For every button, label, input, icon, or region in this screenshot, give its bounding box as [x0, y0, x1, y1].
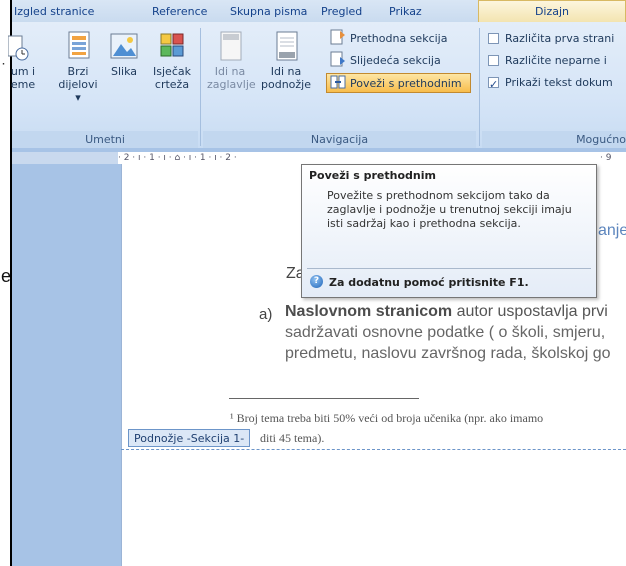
- go-to-footer-icon: [276, 31, 298, 61]
- strip-mark: ˙: [0, 62, 7, 78]
- previous-section-label: Prethodna sekcija: [350, 32, 448, 45]
- picture-icon: [110, 33, 138, 59]
- group-label-umetni: Umetni: [12, 131, 198, 148]
- go-to-footer-button[interactable]: Idi na podnožje: [261, 30, 311, 91]
- list-item-line-2: sadržavati osnovne podatke ( o školi, sm…: [285, 324, 606, 341]
- different-odd-even-checkbox[interactable]: Različite neparne i: [488, 51, 607, 71]
- clip-art-label-2: crteža: [154, 78, 190, 91]
- group-separator: [200, 28, 201, 146]
- checkbox-box[interactable]: [488, 55, 499, 66]
- group-navigacija: Idi na zaglavlje Idi na podnožje Prethod…: [203, 26, 476, 148]
- date-time-label-2: eme: [10, 78, 36, 91]
- different-first-page-label: Različita prva strani: [505, 32, 615, 45]
- group-separator: [479, 28, 480, 146]
- list-item-line-1: Naslovnom stranicom autor uspostavlja pr…: [285, 303, 608, 321]
- date-time-icon: [7, 35, 29, 61]
- different-odd-even-label: Različite neparne i: [505, 54, 607, 67]
- next-section-icon: [330, 51, 345, 67]
- list-item-rest: autor uspostavlja prvi: [452, 303, 608, 320]
- footnote-line-1: ¹ Broj tema treba biti 50% veći od broja…: [230, 411, 544, 425]
- tab-izgled-stranice[interactable]: Izgled stranice: [14, 4, 94, 22]
- tooltip: Poveži s prethodnim Povežite s prethodno…: [301, 164, 597, 298]
- ruler-margin: [12, 152, 118, 164]
- horizontal-ruler[interactable]: · 2 · ı · 1 · ı · ⌂ · ı · 1 · ı · 2 ·: [118, 152, 626, 164]
- list-item-bold: Naslovnom stranicom: [285, 303, 453, 320]
- ruler-right-ticks: · 9: [600, 153, 612, 163]
- date-time-button[interactable]: um i eme: [7, 30, 38, 91]
- tab-skupna-pisma[interactable]: Skupna pisma: [230, 4, 307, 22]
- go-to-footer-label-2: podnožje: [261, 78, 311, 91]
- clip-art-button[interactable]: Isječak crteža: [148, 30, 196, 91]
- footer-section-label: Podnožje -Sekcija 1-: [128, 429, 251, 447]
- show-document-text-checkbox[interactable]: Prikaži tekst dokum: [488, 73, 613, 95]
- tab-prikaz[interactable]: Prikaz: [389, 4, 422, 22]
- next-section-button[interactable]: Slijedeća sekcija: [327, 51, 444, 71]
- clip-art-icon: [160, 33, 184, 57]
- tooltip-help: Za dodatnu pomoć pritisnite F1.: [329, 276, 529, 289]
- list-item-line-3: predmetu, naslovu završnog rada, školsko…: [285, 345, 611, 362]
- group-label-mogucnosti: Mogućno: [482, 131, 626, 148]
- go-to-header-label-2: zaglavlje: [207, 78, 256, 91]
- picture-label: Slika: [110, 65, 137, 78]
- partial-text: anje: [598, 222, 626, 239]
- date-time-label-1: um i: [10, 65, 36, 78]
- picture-button[interactable]: Slika: [106, 30, 142, 78]
- go-to-header-button[interactable]: Idi na zaglavlje: [207, 30, 256, 91]
- group-umetni: um i eme Brzi dijelovi ▾ Slika Isječak c…: [7, 26, 198, 148]
- different-first-page-checkbox[interactable]: Različita prva strani: [488, 29, 614, 49]
- tab-pregled[interactable]: Pregled: [321, 4, 362, 22]
- quick-parts-icon: [68, 31, 90, 59]
- ruler-ticks: · 2 · ı · 1 · ı · ⌂ · ı · 1 · ı · 2 ·: [118, 153, 237, 163]
- help-icon: ?: [310, 275, 323, 288]
- go-to-header-icon: [220, 31, 242, 61]
- link-to-previous-label: Poveži s prethodnim: [350, 77, 462, 90]
- previous-section-button[interactable]: Prethodna sekcija: [327, 29, 450, 49]
- ribbon-tabs: Izgled stranice Reference Skupna pisma P…: [12, 0, 626, 23]
- footer-boundary: [121, 449, 626, 450]
- go-to-footer-label-1: Idi na: [270, 65, 302, 78]
- go-to-header-label-1: Idi na: [214, 65, 246, 78]
- checkbox-box[interactable]: [488, 33, 499, 44]
- quick-parts-button[interactable]: Brzi dijelovi ▾: [56, 30, 100, 104]
- tab-reference[interactable]: Reference: [152, 4, 207, 22]
- list-item-letter: a): [259, 306, 273, 323]
- group-label-navigacija: Navigacija: [203, 131, 476, 148]
- quick-parts-label-2: dijelovi ▾: [58, 78, 98, 104]
- link-to-previous-icon: [330, 75, 346, 89]
- link-to-previous-button[interactable]: Poveži s prethodnim: [326, 73, 471, 93]
- previous-section-icon: [330, 29, 345, 45]
- footnote-line-2: diti 45 tema).: [260, 431, 325, 445]
- quick-parts-label-1: Brzi: [67, 65, 89, 78]
- tab-dizajn[interactable]: Dizajn: [478, 0, 626, 22]
- tooltip-title: Poveži s prethodnim: [309, 169, 436, 182]
- next-section-label: Slijedeća sekcija: [350, 54, 441, 67]
- tooltip-body: Povežite s prethodnom sekcijom tako da z…: [327, 189, 572, 230]
- tooltip-separator: [307, 268, 591, 269]
- group-mogucnosti: Različita prva strani Različite neparne …: [482, 26, 626, 148]
- show-document-text-label: Prikaži tekst dokum: [505, 76, 613, 89]
- checkbox-box[interactable]: [488, 75, 499, 95]
- clip-art-label-1: Isječak: [153, 65, 191, 78]
- footnote-separator: [229, 398, 419, 399]
